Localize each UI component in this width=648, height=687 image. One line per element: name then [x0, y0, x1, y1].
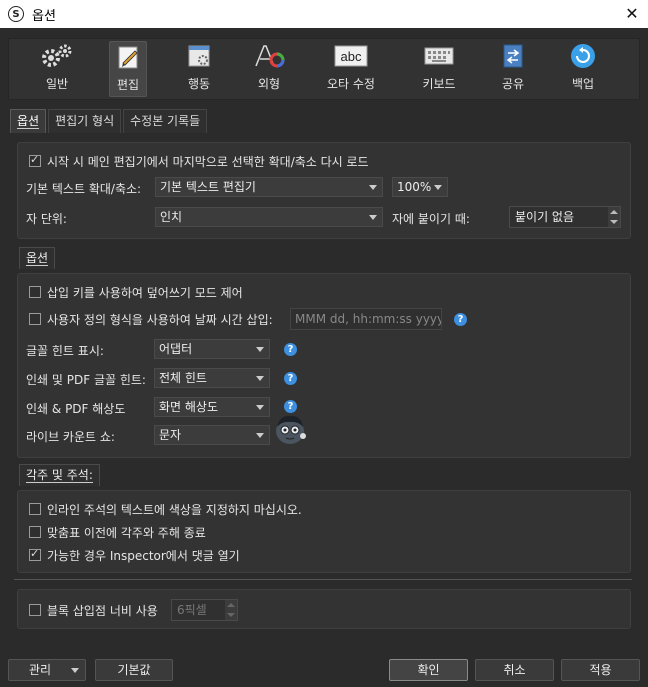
- font-hint-label: 글꼴 힌트 표시:: [26, 344, 104, 358]
- chevron-down-icon: [256, 405, 264, 410]
- toolbar-backup-button[interactable]: 백업: [563, 41, 603, 97]
- snap-stepper[interactable]: 붙이기 없음: [509, 206, 621, 228]
- backup-icon: [569, 41, 597, 71]
- toolbar-sharing-label: 공유: [501, 77, 525, 91]
- cancel-button[interactable]: 취소: [475, 659, 554, 681]
- chevron-down-icon: [256, 347, 264, 352]
- block-insert-label: 블록 삽입점 너비 사용: [47, 604, 158, 618]
- toolbar-keyboard-label: 키보드: [422, 77, 456, 91]
- toolbar-general-label: 일반: [45, 77, 69, 91]
- defaults-button[interactable]: 기본값: [95, 659, 173, 681]
- custom-date-format-input[interactable]: MMM dd, hh:mm:ss yyyy: [290, 308, 442, 330]
- toolbar-keyboard-button[interactable]: 키보드: [417, 41, 461, 97]
- custom-date-label: 사용자 정의 형식을 사용하여 날짜 시간 삽입:: [47, 313, 273, 327]
- tab-options[interactable]: 옵션: [10, 109, 47, 133]
- window-title: 옵션: [32, 8, 56, 24]
- tab-editor-format[interactable]: 편집기 형식: [48, 109, 122, 133]
- editing-tabs: 옵션 편집기 형식 수정본 기록들: [10, 109, 209, 133]
- chevron-down-icon: [256, 433, 264, 438]
- reload-zoom-checkbox[interactable]: [29, 153, 41, 167]
- help-icon[interactable]: ?: [284, 372, 297, 385]
- toolbar-general-button[interactable]: 일반: [31, 41, 83, 97]
- help-icon[interactable]: ?: [454, 313, 467, 326]
- overwrite-mode-checkbox[interactable]: [29, 286, 41, 298]
- default-zoom-editor-select[interactable]: 기본 텍스트 편집기: [155, 177, 383, 197]
- toolbar-edit-label: 편집: [116, 78, 140, 92]
- live-count-label: 라이브 카운트 쇼:: [26, 430, 115, 444]
- no-color-inline-notes-label: 인라인 주석의 텍스트에 색상을 지정하지 마십시오.: [47, 503, 302, 517]
- toolbar-autocorrect-button[interactable]: abc 오타 수정: [323, 41, 379, 97]
- print-hint-select[interactable]: 전체 힌트: [154, 368, 270, 388]
- print-resolution-label: 인쇄 & PDF 해상도: [26, 402, 126, 416]
- toolbar-behavior-label: 행동: [187, 77, 211, 91]
- ok-button[interactable]: 확인: [389, 659, 468, 681]
- stepper-arrows-icon[interactable]: [608, 207, 620, 227]
- chevron-down-icon: [369, 215, 377, 220]
- open-inspector-label: 가능한 경우 Inspector에서 댓글 열기: [47, 549, 240, 563]
- ruler-units-label: 자 단위:: [26, 212, 67, 226]
- custom-date-checkbox[interactable]: [29, 313, 41, 325]
- default-zoom-label: 기본 텍스트 확대/축소:: [26, 182, 142, 196]
- toolbar-appearance-label: 외형: [257, 77, 281, 91]
- help-icon[interactable]: ?: [284, 400, 297, 413]
- close-icon[interactable]: ✕: [622, 4, 642, 24]
- print-hint-label: 인쇄 및 PDF 글꼴 힌트:: [26, 373, 146, 387]
- gears-icon: [40, 41, 74, 71]
- app-logo-icon: S: [8, 6, 24, 22]
- manage-button[interactable]: 관리: [8, 659, 86, 681]
- toolbar-autocorrect-label: 오타 수정: [327, 77, 375, 91]
- mascot-avatar: [274, 413, 308, 445]
- chevron-down-icon: [71, 668, 79, 673]
- svg-text:abc: abc: [341, 49, 362, 64]
- ruler-units-select[interactable]: 인치: [155, 207, 383, 227]
- options-group-title: 옵션: [19, 247, 56, 269]
- preferences-toolbar: 일반 편집 행동 외형 abc 오타 수정 키보드 공유 백업: [8, 38, 640, 100]
- apply-button[interactable]: 적용: [561, 659, 640, 681]
- divider: [14, 579, 632, 580]
- reload-zoom-label: 시작 시 메인 편집기에서 마지막으로 선택한 확대/축소 다시 로드: [47, 155, 369, 169]
- toolbar-sharing-button[interactable]: 공유: [495, 41, 531, 97]
- print-resolution-select[interactable]: 화면 해상도: [154, 397, 270, 417]
- snap-label: 자에 붙이기 때:: [392, 212, 470, 226]
- pencil-icon: [114, 42, 142, 72]
- font-hint-select[interactable]: 어댑터: [154, 339, 270, 359]
- font-color-icon: [253, 41, 285, 71]
- toolbar-backup-label: 백업: [571, 77, 595, 91]
- abc-icon: abc: [334, 41, 368, 71]
- tab-revisions[interactable]: 수정본 기록들: [123, 109, 208, 133]
- end-before-punct-checkbox[interactable]: [29, 526, 41, 538]
- help-icon[interactable]: ?: [284, 343, 297, 356]
- footnotes-group-title: 각주 및 주석:: [19, 464, 100, 486]
- end-before-punct-label: 맞춤표 이전에 각주와 주해 종료: [47, 526, 206, 540]
- block-insert-checkbox[interactable]: [29, 604, 41, 616]
- chevron-down-icon: [256, 376, 264, 381]
- overwrite-mode-label: 삽입 키를 사용하여 덮어쓰기 모드 제어: [47, 286, 243, 300]
- toolbar-appearance-button[interactable]: 외형: [249, 41, 289, 97]
- block-insert-width-stepper[interactable]: 6픽셀: [171, 599, 238, 621]
- live-count-select[interactable]: 문자: [154, 425, 270, 445]
- share-icon: [501, 41, 525, 71]
- stepper-arrows-icon[interactable]: [225, 600, 237, 620]
- toolbar-edit-button[interactable]: 편집: [109, 41, 147, 97]
- chevron-down-icon: [369, 185, 377, 190]
- toolbar-behavior-button[interactable]: 행동: [179, 41, 219, 97]
- no-color-inline-notes-checkbox[interactable]: [29, 503, 41, 515]
- chevron-down-icon: [434, 185, 442, 190]
- default-zoom-value-select[interactable]: 100%: [392, 177, 448, 197]
- window-gear-icon: [185, 41, 213, 71]
- keyboard-icon: [424, 41, 454, 71]
- title-bar: S 옵션 ✕: [0, 0, 648, 28]
- open-inspector-checkbox[interactable]: [29, 547, 41, 561]
